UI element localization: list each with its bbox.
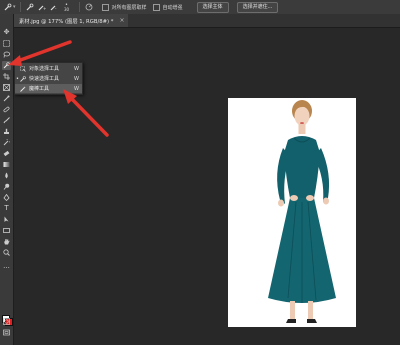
annotation-arrow-icon <box>13 40 72 64</box>
annotation-arrow-icon <box>68 95 109 137</box>
annotation-arrowhead-icon <box>8 55 22 66</box>
annotation-arrows <box>8 40 109 137</box>
